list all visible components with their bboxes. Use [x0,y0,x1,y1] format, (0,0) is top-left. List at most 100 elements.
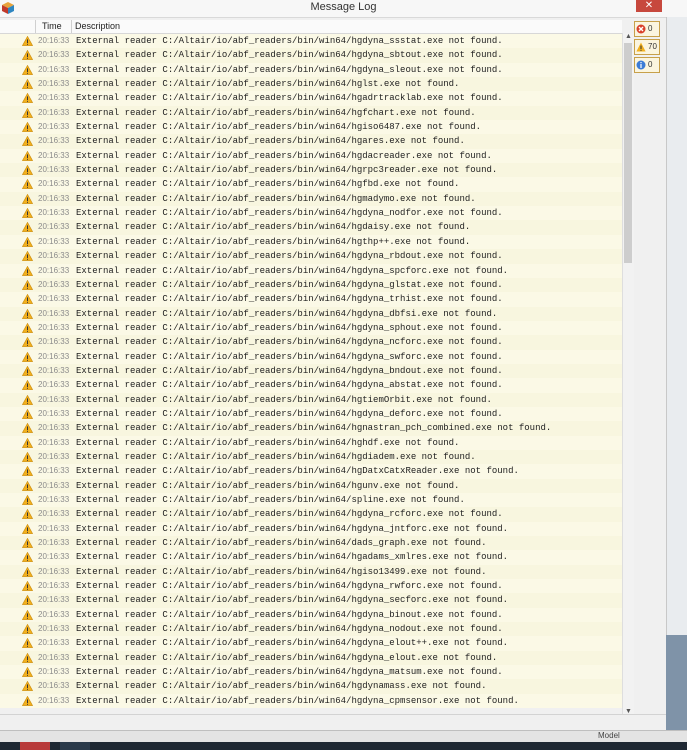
message-row[interactable]: 20:16:33 External reader C:/Altair/io/abf… [0,363,622,379]
message-time: 20:16:33 [38,652,70,662]
message-row[interactable]: 20:16:33 External reader C:/Altair/io/abf… [0,564,622,580]
message-row[interactable]: 20:16:33 External reader C:/Altair/io/abf… [0,191,622,207]
info-filter-button[interactable]: 0 [634,57,660,73]
scrollbar-thumb[interactable] [624,43,632,263]
message-description: External reader C:/Altair/io/abf_readers… [76,523,509,534]
warning-icon [22,480,33,491]
message-description: External reader C:/Altair/io/abf_readers… [76,136,465,147]
message-description: External reader C:/Altair/io/abf_readers… [76,122,482,133]
message-row[interactable]: 20:16:33 External reader C:/Altair/io/abf… [0,378,622,393]
message-time: 20:16:33 [38,351,70,361]
column-separator[interactable] [71,20,72,33]
message-row[interactable]: 20:16:33 External reader C:/Altair/io/abf… [0,521,622,537]
message-description: External reader C:/Altair/io/abf_readers… [76,380,503,391]
message-row[interactable]: 20:16:33 External reader C:/Altair/io/abf… [0,507,622,522]
message-row[interactable]: 20:16:33 External reader C:/Altair/io/abf… [0,77,622,92]
message-row[interactable]: 20:16:33 External reader C:/Altair/io/abf… [0,177,622,192]
message-description: External reader C:/Altair/io/abf_readers… [76,538,487,549]
message-row[interactable]: 20:16:33 External reader C:/Altair/io/abf… [0,607,622,623]
message-row[interactable]: 20:16:33 External reader C:/Altair/io/abf… [0,48,622,63]
message-row[interactable]: 20:16:33 External reader C:/Altair/io/abf… [0,693,622,708]
message-description: External reader C:/Altair/io/abf_readers… [76,624,503,635]
scroll-up-icon[interactable]: ▲ [624,33,633,40]
message-description: External reader C:/Altair/io/abf_readers… [76,451,476,462]
message-row[interactable]: 20:16:33 External reader C:/Altair/io/abf… [0,392,622,407]
column-header-description[interactable]: Description [75,21,120,31]
message-row[interactable]: 20:16:33 External reader C:/Altair/io/abf… [0,292,622,307]
close-button[interactable]: ✕ [636,0,662,12]
vertical-scrollbar[interactable]: ▲ ▼ [622,33,634,715]
message-row[interactable]: 20:16:33 External reader C:/Altair/io/abf… [0,536,622,551]
message-description: External reader C:/Altair/io/abf_readers… [76,408,503,419]
message-row[interactable]: 20:16:33 External reader C:/Altair/io/abf… [0,206,622,221]
message-row[interactable]: 20:16:33 External reader C:/Altair/io/abf… [0,349,622,364]
warning-icon [22,265,33,276]
error-count: 0 [648,24,653,33]
message-description: External reader C:/Altair/io/abf_readers… [76,466,519,477]
warning-icon [22,322,33,333]
message-row[interactable]: 20:16:33 External reader C:/Altair/io/abf… [0,163,622,178]
message-row[interactable]: 20:16:33 External reader C:/Altair/io/abf… [0,679,622,694]
message-row[interactable]: 20:16:33 External reader C:/Altair/io/abf… [0,493,622,508]
message-row[interactable]: 20:16:33 External reader C:/Altair/io/abf… [0,320,622,336]
message-row[interactable]: 20:16:33 External reader C:/Altair/io/abf… [0,34,622,49]
taskbar-app-icon[interactable] [20,742,50,750]
message-row[interactable]: 20:16:33 External reader C:/Altair/io/abf… [0,650,622,666]
warning-icon [22,394,33,405]
error-icon [636,24,646,34]
warning-icon [22,64,33,75]
warning-icon [22,179,33,190]
message-row[interactable]: 20:16:33 External reader C:/Altair/io/abf… [0,335,622,350]
message-time: 20:16:33 [38,50,70,60]
message-row[interactable]: 20:16:33 External reader C:/Altair/io/abf… [0,579,622,594]
message-row[interactable]: 20:16:33 External reader C:/Altair/io/abf… [0,306,622,321]
message-description: External reader C:/Altair/io/abf_readers… [76,179,460,190]
error-filter-button[interactable]: 0 [634,21,660,37]
message-row[interactable]: 20:16:33 External reader C:/Altair/io/abf… [0,120,622,135]
message-description: External reader C:/Altair/io/abf_readers… [76,681,487,692]
message-row[interactable]: 20:16:33 External reader C:/Altair/io/abf… [0,62,622,78]
message-row[interactable]: 20:16:33 External reader C:/Altair/io/abf… [0,478,622,493]
message-row[interactable]: 20:16:33 External reader C:/Altair/io/abf… [0,220,622,235]
message-row[interactable]: 20:16:33 External reader C:/Altair/io/abf… [0,464,622,479]
warning-icon [22,50,33,61]
message-row[interactable]: 20:16:33 External reader C:/Altair/io/abf… [0,91,622,106]
message-row[interactable]: 20:16:33 External reader C:/Altair/io/abf… [0,593,622,608]
message-row[interactable]: 20:16:33 External reader C:/Altair/io/abf… [0,105,622,121]
warning-icon [22,451,33,462]
message-time: 20:16:33 [38,150,70,160]
message-description: External reader C:/Altair/io/abf_readers… [76,279,503,290]
message-row[interactable]: 20:16:33 External reader C:/Altair/io/abf… [0,435,622,450]
message-row[interactable]: 20:16:33 External reader C:/Altair/io/abf… [0,263,622,278]
message-time: 20:16:33 [38,523,70,533]
message-time: 20:16:33 [38,208,70,218]
message-row[interactable]: 20:16:33 External reader C:/Altair/io/abf… [0,449,622,465]
warning-icon [22,150,33,161]
message-time: 20:16:33 [38,408,70,418]
message-row[interactable]: 20:16:33 External reader C:/Altair/io/abf… [0,148,622,164]
warning-icon [22,36,33,46]
warning-icon [22,294,33,305]
message-time: 20:16:33 [38,251,70,261]
message-row[interactable]: 20:16:33 External reader C:/Altair/io/abf… [0,406,622,422]
warning-icon [22,251,33,262]
message-row[interactable]: 20:16:33 External reader C:/Altair/io/abf… [0,421,622,436]
message-row[interactable]: 20:16:33 External reader C:/Altair/io/abf… [0,636,622,651]
taskbar-app-icon[interactable] [60,742,90,750]
message-time: 20:16:33 [38,538,70,548]
message-row[interactable]: 20:16:33 External reader C:/Altair/io/abf… [0,550,622,565]
message-row[interactable]: 20:16:33 External reader C:/Altair/io/abf… [0,277,622,293]
message-description: External reader C:/Altair/io/abf_readers… [76,222,471,233]
message-description: External reader C:/Altair/io/abf_readers… [76,308,498,319]
column-separator[interactable] [35,20,36,33]
message-row[interactable]: 20:16:33 External reader C:/Altair/io/abf… [0,622,622,637]
message-row[interactable]: 20:16:33 External reader C:/Altair/io/abf… [0,134,622,149]
message-row[interactable]: 20:16:33 External reader C:/Altair/io/abf… [0,249,622,264]
message-row[interactable]: 20:16:33 External reader C:/Altair/io/abf… [0,234,622,250]
message-row[interactable]: 20:16:33 External reader C:/Altair/io/abf… [0,665,622,680]
column-header-time[interactable]: Time [42,21,62,31]
warning-icon [22,466,33,477]
message-time: 20:16:33 [38,36,70,45]
warning-filter-button[interactable]: 70 [634,39,660,55]
message-time: 20:16:33 [38,609,70,619]
